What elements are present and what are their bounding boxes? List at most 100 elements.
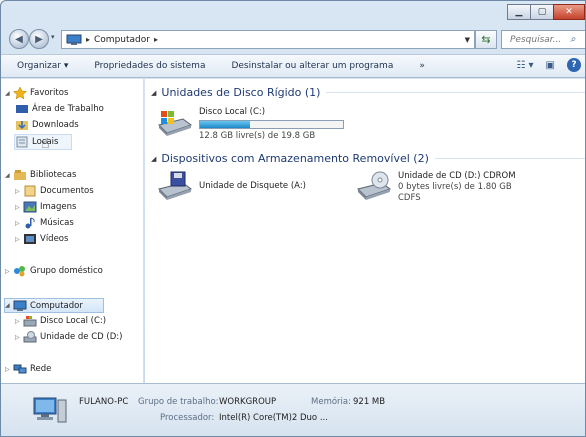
computer-icon — [33, 397, 67, 423]
drive-free-space: 0 bytes livre(s) de 1.80 GB — [398, 182, 512, 192]
nav-downloads[interactable]: Downloads — [15, 119, 79, 131]
nav-label: Rede — [30, 364, 52, 374]
collapse-arrow-icon[interactable]: ◢ — [5, 302, 13, 309]
group-header-hdd[interactable]: ◢ Unidades de Disco Rígido (1) — [151, 86, 585, 99]
window-controls: ▁ ▢ ✕ — [507, 4, 585, 20]
close-button[interactable]: ✕ — [553, 4, 585, 20]
forward-button[interactable]: ▶ — [29, 29, 49, 49]
hand-cursor-icon: ☝ — [41, 136, 50, 152]
address-dropdown-icon[interactable]: ▼ — [461, 36, 474, 44]
drive-filesystem: CDFS — [398, 193, 421, 203]
collapse-arrow-icon[interactable]: ◢ — [5, 90, 13, 97]
drive-floppy-a[interactable]: Unidade de Disquete (A:) — [157, 171, 306, 201]
homegroup-icon — [14, 266, 25, 277]
search-icon[interactable]: ⌕ — [570, 34, 576, 45]
system-properties-button[interactable]: Propriedades do sistema — [94, 61, 205, 71]
address-row: ◀ ▶ ▾ ▸ Computador ▸ ▼ ⇆ ⌕ — [1, 27, 585, 53]
computer-icon — [66, 34, 82, 45]
drive-free-space: 12.8 GB livre(s) de 19.8 GB — [199, 131, 316, 141]
expand-arrow-icon[interactable]: ▷ — [15, 220, 23, 227]
expand-arrow-icon[interactable]: ▷ — [15, 236, 23, 243]
nav-desktop[interactable]: Área de Trabalho — [15, 103, 104, 115]
nav-label: Bibliotecas — [30, 170, 77, 180]
nav-label: Favoritos — [30, 88, 69, 98]
collapse-arrow-icon[interactable]: ◢ — [151, 155, 156, 163]
workgroup-label: Grupo de trabalho: — [138, 397, 219, 407]
memory-value: 921 MB — [353, 397, 386, 407]
drive-name: Unidade de Disquete (A:) — [199, 181, 307, 191]
nav-label: Músicas — [40, 218, 74, 228]
expand-arrow-icon[interactable]: ▷ — [15, 318, 23, 325]
nav-network[interactable]: ▷ Rede — [5, 363, 51, 375]
expand-arrow-icon[interactable]: ▷ — [15, 204, 23, 211]
disk-capacity-bar — [199, 120, 344, 129]
nav-videos[interactable]: ▷ Vídeos — [15, 233, 68, 245]
downloads-folder-icon — [16, 121, 28, 130]
nav-label: Vídeos — [40, 234, 69, 244]
address-bar[interactable]: ▸ Computador ▸ ▼ — [61, 30, 475, 49]
local-disk-icon — [23, 316, 37, 327]
view-options-icon[interactable]: ☷ ▾ — [516, 60, 533, 71]
search-input[interactable] — [510, 34, 568, 45]
nav-homegroup[interactable]: ▷ Grupo doméstico — [5, 265, 103, 277]
memory-label: Memória: — [311, 397, 351, 407]
expand-arrow-icon[interactable]: ▷ — [15, 334, 23, 341]
nav-label: Downloads — [32, 120, 79, 130]
content-pane: ◢ Unidades de Disco Rígido (1) Disco Loc… — [145, 79, 585, 383]
organize-button[interactable]: Organizar ▾ — [17, 61, 68, 71]
breadcrumb-computador[interactable]: Computador — [94, 35, 150, 45]
group-divider — [434, 158, 585, 159]
nav-libraries[interactable]: ◢ Bibliotecas — [5, 169, 76, 181]
videos-icon — [24, 234, 36, 244]
expand-arrow-icon[interactable]: ▷ — [5, 366, 13, 373]
nav-cd-drive[interactable]: ▷ Unidade de CD (D:) — [15, 331, 122, 343]
back-button[interactable]: ◀ — [9, 29, 29, 49]
nav-computer[interactable]: ◢ Computador — [4, 298, 104, 313]
drive-name: Disco Local (C:) — [199, 107, 266, 117]
breadcrumb-expand-icon[interactable]: ▸ — [154, 35, 158, 44]
nav-favorites[interactable]: ◢ Favoritos — [5, 87, 68, 99]
maximize-button[interactable]: ▢ — [530, 4, 554, 20]
workgroup-value: WORKGROUP — [219, 397, 277, 407]
navigation-pane: ◢ Favoritos Área de Trabalho Downloads L… — [1, 79, 144, 383]
recent-pages-dropdown-icon[interactable]: ▾ — [51, 33, 55, 41]
toolbar-right: ☷ ▾ ▣ ? — [516, 58, 585, 72]
refresh-button[interactable]: ⇆ — [475, 30, 497, 49]
group-header-removable[interactable]: ◢ Dispositivos com Armazenamento Removív… — [151, 152, 585, 165]
drive-cd-d[interactable]: Unidade de CD (D:) CDROM 0 bytes livre(s… — [356, 171, 516, 204]
nav-local-disk[interactable]: ▷ Disco Local (C:) — [15, 315, 106, 327]
documents-icon — [24, 185, 36, 197]
nav-label: Disco Local (C:) — [40, 316, 107, 326]
disk-capacity-fill — [200, 121, 251, 128]
drive-local-disk-c[interactable]: Disco Local (C:) 12.8 GB livre(s) de 19.… — [157, 107, 344, 142]
search-box[interactable]: ⌕ — [501, 30, 585, 49]
processor-value: Intel(R) Core(TM)2 Duo ... — [219, 413, 328, 423]
drive-name: Unidade de CD (D:) CDROM — [398, 171, 516, 181]
libraries-icon — [14, 170, 26, 180]
collapse-arrow-icon[interactable]: ◢ — [5, 172, 13, 179]
preview-pane-icon[interactable]: ▣ — [546, 60, 555, 71]
nav-label: Unidade de CD (D:) — [40, 332, 123, 342]
uninstall-program-button[interactable]: Desinstalar ou alterar um programa — [231, 61, 393, 71]
nav-images[interactable]: ▷ Imagens — [15, 201, 76, 213]
floppy-drive-icon — [158, 171, 193, 200]
expand-arrow-icon[interactable]: ▷ — [5, 268, 13, 275]
expand-arrow-icon[interactable]: ▷ — [15, 188, 23, 195]
help-icon[interactable]: ? — [567, 58, 581, 72]
music-icon — [25, 217, 35, 229]
more-commands-button[interactable]: » — [419, 61, 425, 71]
explorer-window: ▁ ▢ ✕ ◀ ▶ ▾ ▸ Computador ▸ ▼ ⇆ ⌕ Organiz… — [0, 0, 586, 437]
minimize-button[interactable]: ▁ — [507, 4, 531, 20]
nav-label: Documentos — [40, 186, 94, 196]
command-bar: Organizar ▾ Propriedades do sistema Desi… — [1, 54, 585, 78]
star-icon — [13, 87, 27, 99]
nav-music[interactable]: ▷ Músicas — [15, 217, 74, 229]
cd-drive-icon — [357, 171, 392, 200]
group-divider — [326, 92, 585, 93]
nav-documents[interactable]: ▷ Documentos — [15, 185, 94, 197]
collapse-arrow-icon[interactable]: ◢ — [151, 89, 156, 97]
recent-places-icon — [16, 136, 28, 148]
processor-label: Processador: — [160, 413, 215, 423]
details-pane: FULANO-PC Grupo de trabalho: WORKGROUP M… — [1, 383, 585, 436]
nav-label: Grupo doméstico — [30, 266, 103, 276]
